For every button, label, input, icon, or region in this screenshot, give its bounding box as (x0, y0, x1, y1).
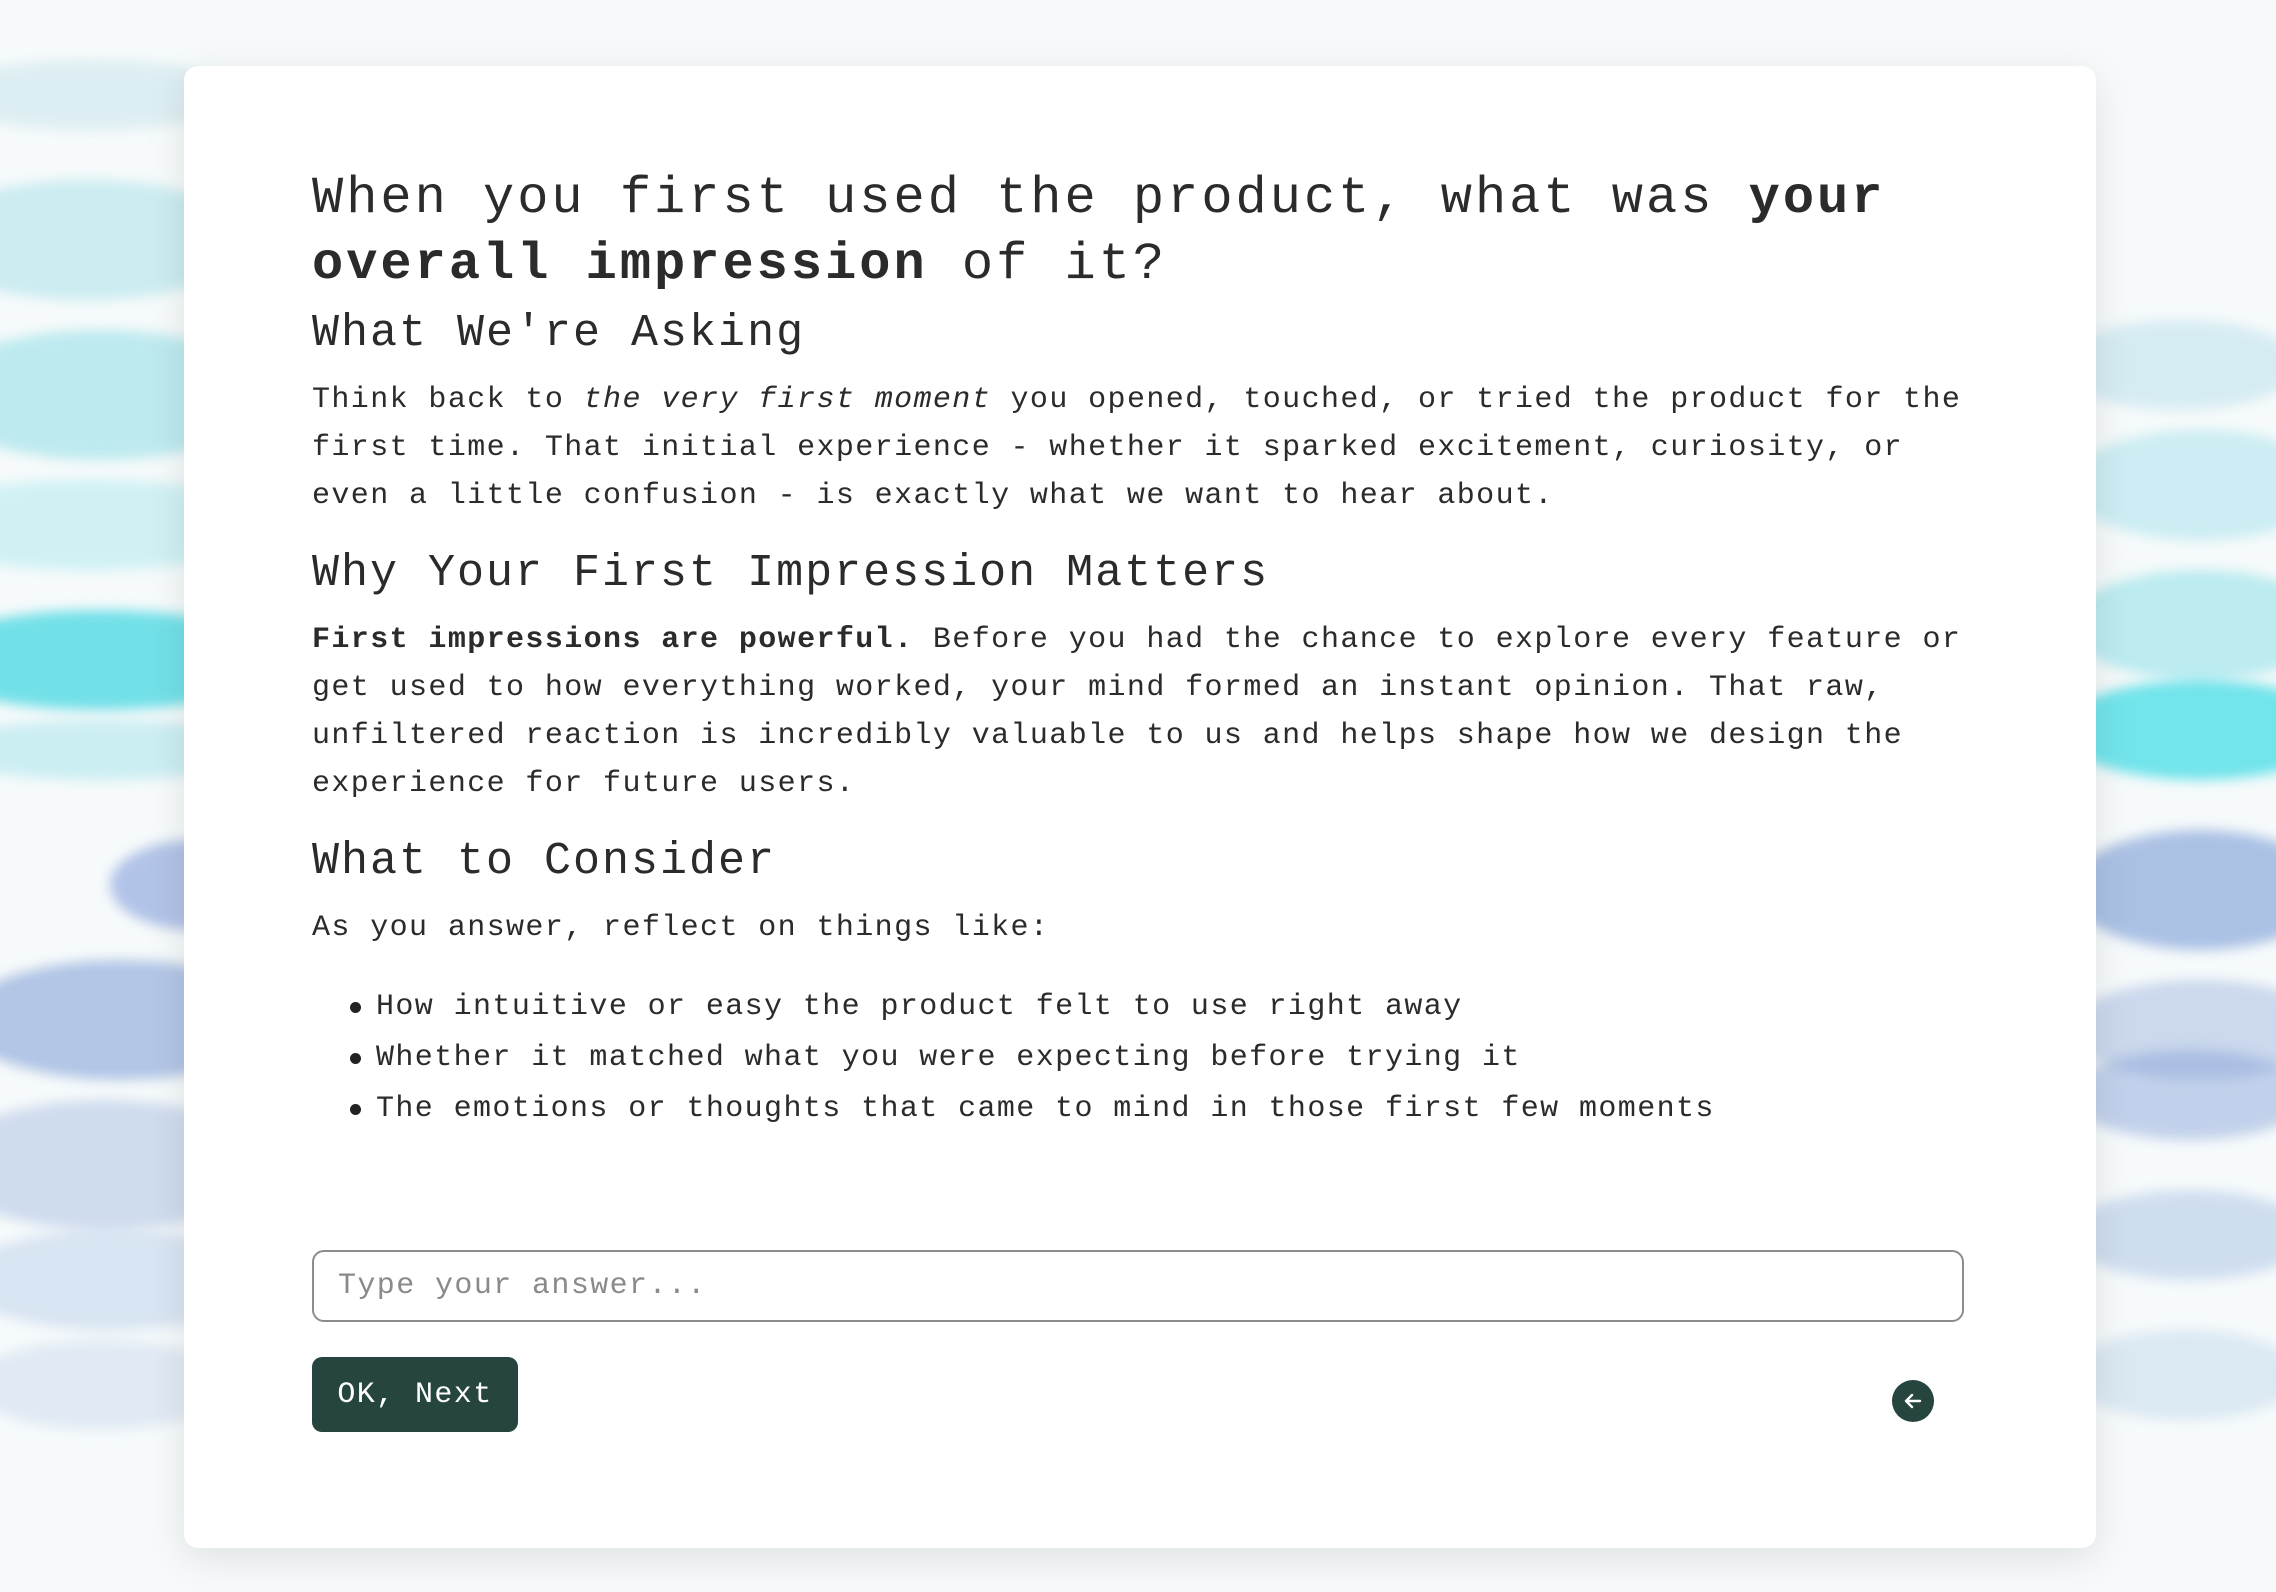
back-button[interactable] (1892, 1380, 1934, 1422)
question-title: When you first used the product, what wa… (312, 166, 1968, 298)
answer-input[interactable] (312, 1250, 1964, 1322)
section-text-matters: First impressions are powerful. Before y… (312, 616, 1968, 808)
question-prefix: When you first used the product, what wa… (312, 169, 1749, 228)
question-suffix: of it? (927, 235, 1168, 294)
section-heading-asking: What We're Asking (312, 308, 806, 359)
ok-next-button[interactable]: OK, Next (312, 1357, 518, 1432)
arrow-left-icon (1901, 1389, 1925, 1413)
list-item: How intuitive or easy the product felt t… (312, 982, 1968, 1033)
survey-content: When you first used the product, what wa… (312, 166, 1968, 1135)
survey-card: When you first used the product, what wa… (184, 66, 2096, 1548)
consider-intro: As you answer, reflect on things like: (312, 911, 1050, 945)
asking-emphasis: the very first moment (583, 383, 992, 417)
section-heading-consider: What to Consider (312, 836, 777, 887)
section-text-asking: Think back to the very first moment you … (312, 376, 1968, 520)
consider-list: How intuitive or easy the product felt t… (312, 982, 1968, 1135)
section-heading-matters: Why Your First Impression Matters (312, 548, 1270, 599)
list-item: Whether it matched what you were expecti… (312, 1033, 1968, 1084)
matters-bold-lead: First impressions are powerful. (312, 623, 914, 657)
asking-text-start: Think back to (312, 383, 584, 417)
list-item: The emotions or thoughts that came to mi… (312, 1084, 1968, 1135)
